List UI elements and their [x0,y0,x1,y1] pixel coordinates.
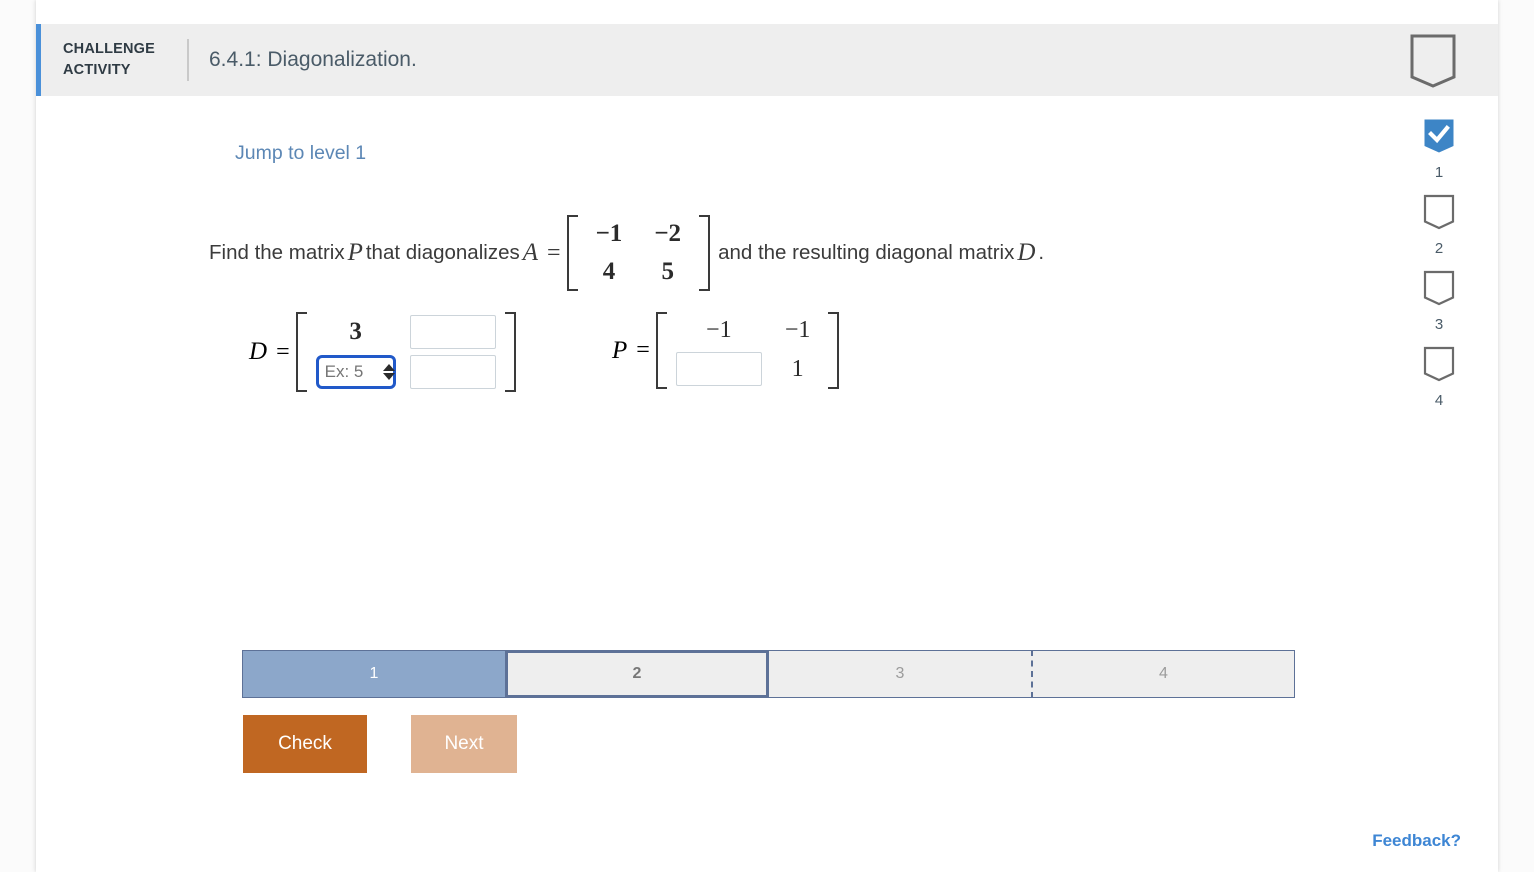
header-divider [187,39,189,81]
level-progress-bar: 1 2 3 4 [242,650,1295,698]
next-button[interactable]: Next [411,715,517,773]
matrix-a-right-bracket [697,215,711,291]
spinner-down-icon[interactable] [382,373,395,380]
matrix-d-equals: = [276,338,290,365]
bookmark-outline-icon [1423,194,1455,235]
matrix-a-cell-11: 5 [661,258,674,285]
matrix-a-grid: −1 −2 4 5 [580,215,698,291]
progress-segment-3[interactable]: 3 [768,650,1032,698]
matrix-a-left-bracket [566,215,580,291]
rail-item-2[interactable]: 2 [1423,194,1455,270]
matrix-p-equals: = [636,337,650,363]
progress-segment-2[interactable]: 2 [505,650,769,698]
activity-title: 6.4.1: Diagonalization. [209,48,417,71]
prompt-var-p: P [347,239,363,266]
activity-header: CHALLENGE ACTIVITY 6.4.1: Diagonalizatio… [36,24,1498,96]
prompt-text-part-2: that diagonalizes [365,241,520,264]
matrix-d-cell-00: 3 [349,318,362,345]
matrix-d-answer: D = 3 [246,312,516,392]
matrix-d-left-bracket [295,312,309,392]
matrix-p-right-bracket [826,312,840,389]
matrix-d-input-11[interactable] [409,355,496,389]
header-accent-bar [36,24,41,96]
prompt-var-d: D [1017,239,1036,266]
bookmark-outline-icon [1423,346,1455,387]
kicker-line-1: CHALLENGE [63,41,156,57]
matrix-d-right-bracket [503,312,516,392]
rail-item-1[interactable]: 1 [1423,118,1455,194]
level-rail: 1 2 3 4 [1421,118,1457,422]
progress-segment-4[interactable]: 4 [1031,650,1295,698]
problem-statement: Find the matrix P that diagonalizes A = … [209,215,1044,291]
matrix-p-cell-00: −1 [706,317,732,343]
progress-segment-4-label: 4 [1159,665,1168,682]
prompt-text-part-3: and the resulting diagonal matrix [718,241,1015,264]
rail-number-3: 3 [1434,316,1444,333]
page-root: CHALLENGE ACTIVITY 6.4.1: Diagonalizatio… [0,0,1534,872]
challenge-activity-card: CHALLENGE ACTIVITY 6.4.1: Diagonalizatio… [36,0,1498,872]
matrix-p-cell-11: 1 [791,355,804,382]
matrix-d-input-01[interactable] [409,315,496,349]
matrix-a: −1 −2 4 5 [566,215,711,291]
feedback-link[interactable]: Feedback? [1372,831,1461,851]
activity-kicker: CHALLENGE ACTIVITY [63,39,187,81]
matrix-p-grid: −1 −1 1 [669,312,827,389]
matrix-d-input-10-wrap [309,352,403,392]
progress-segment-1-label: 1 [369,665,379,682]
prompt-text-part-1: Find the matrix [209,241,345,264]
bookmark-outline-icon[interactable] [1409,33,1457,94]
matrix-p-left-bracket [655,312,669,389]
matrix-p-label: P [612,336,628,364]
bookmark-outline-icon [1423,270,1455,311]
jump-to-level-link[interactable]: Jump to level 1 [235,142,366,165]
progress-segment-2-label: 2 [632,665,642,682]
progress-segment-3-label: 3 [895,665,905,682]
rail-item-3[interactable]: 3 [1423,270,1455,346]
matrix-d-label: D [249,338,268,365]
matrix-a-cell-01: −2 [654,220,682,247]
bookmark-check-icon [1423,118,1455,159]
matrix-p-cell-01: −1 [784,317,811,343]
prompt-var-a: A [522,239,539,266]
number-spinner-icon[interactable] [382,364,395,380]
matrix-p-body: −1 −1 1 [655,312,840,389]
matrix-p-answer: P = −1 −1 1 [609,312,840,389]
prompt-period: . [1038,241,1045,264]
prompt-equals-a: = [547,239,561,266]
matrix-p-input-10[interactable] [675,352,762,386]
check-button[interactable]: Check [243,715,367,773]
kicker-line-2: ACTIVITY [63,62,131,78]
matrix-a-cell-10: 4 [602,258,616,285]
progress-segment-1[interactable]: 1 [242,650,506,698]
matrix-d-grid: 3 [309,312,503,392]
rail-number-2: 2 [1434,240,1444,257]
rail-number-4: 4 [1434,392,1444,409]
spinner-up-icon[interactable] [382,364,395,371]
matrix-a-cell-00: −1 [595,220,623,247]
rail-item-4[interactable]: 4 [1423,346,1455,422]
rail-number-1: 1 [1434,164,1444,181]
matrix-d-body: 3 [295,312,516,392]
